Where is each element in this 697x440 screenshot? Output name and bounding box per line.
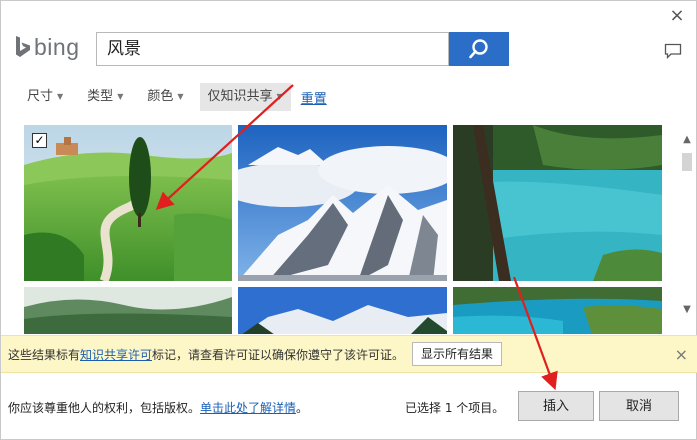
filter-label: 仅知识共享: [207, 89, 273, 104]
feedback-icon[interactable]: [664, 43, 682, 59]
filter-label: 类型: [87, 89, 114, 104]
chevron-down-icon: ▼: [177, 92, 184, 101]
insert-online-pictures-dialog: × bing 风景 尺寸 ▼ 类型 ▼ 颜色 ▼ 仅知识共享 ▼ 重置 ✓ ▲ …: [0, 0, 697, 440]
chevron-down-icon: ▼: [276, 92, 283, 101]
creative-commons-link[interactable]: 知识共享许可: [80, 346, 152, 363]
selected-checkbox[interactable]: ✓: [32, 133, 47, 148]
filter-type[interactable]: 类型 ▼: [79, 83, 131, 111]
image-result-alpine-peaks[interactable]: [238, 287, 447, 334]
reset-link[interactable]: 重置: [301, 88, 327, 107]
logo-text: bing: [34, 33, 80, 60]
filter-label: 颜色: [147, 89, 174, 104]
image-result-blue-pond[interactable]: [453, 287, 662, 334]
learn-more-link[interactable]: 单击此处了解详情: [200, 401, 296, 415]
search-input[interactable]: 风景: [96, 32, 449, 66]
landscape-image: [238, 125, 447, 281]
scroll-down-arrow-icon[interactable]: ▼: [679, 303, 695, 317]
notice-text-suffix: 标记，请查看许可证以确保你遵守了该许可证。: [152, 347, 405, 362]
results-scrollbar[interactable]: ▲ ▼: [679, 131, 695, 321]
scroll-thumb[interactable]: [682, 153, 692, 171]
search-icon: [469, 39, 488, 59]
image-result-snowy-mountains[interactable]: [238, 125, 447, 281]
landscape-image: [238, 287, 447, 334]
image-result-turquoise-lake[interactable]: [453, 125, 662, 281]
scroll-up-arrow-icon[interactable]: ▲: [679, 133, 695, 147]
image-result-green-hills[interactable]: ✓: [24, 125, 232, 281]
filter-bar: 尺寸 ▼ 类型 ▼ 颜色 ▼ 仅知识共享 ▼ 重置: [19, 83, 327, 111]
bing-logo: bing: [15, 33, 79, 61]
close-icon[interactable]: ×: [666, 5, 688, 27]
bing-b-icon: [16, 36, 30, 57]
image-results-grid: ✓: [19, 119, 675, 334]
landscape-image: [24, 125, 232, 281]
filter-creative-commons[interactable]: 仅知识共享 ▼: [199, 83, 291, 111]
chevron-down-icon: ▼: [117, 92, 124, 101]
rights-text: 你应该尊重他人的权利，包括版权。: [8, 401, 201, 415]
filter-color[interactable]: 颜色 ▼: [139, 83, 191, 111]
landscape-image: [453, 125, 662, 281]
notice-text-prefix: 这些结果标有: [8, 347, 81, 362]
license-notice-bar: 这些结果标有 知识共享许可 标记，请查看许可证以确保你遵守了该许可证。 显示所有结果…: [1, 335, 697, 373]
chevron-down-icon: ▼: [57, 92, 64, 101]
search-button[interactable]: [449, 32, 509, 66]
selection-count: 已选择 1 个项目。: [405, 401, 505, 415]
close-icon[interactable]: ×: [675, 345, 688, 364]
rights-suffix: 。: [296, 401, 309, 415]
filter-label: 尺寸: [27, 89, 54, 104]
filter-size[interactable]: 尺寸 ▼: [19, 83, 71, 111]
image-result-misty-forest[interactable]: [24, 287, 232, 334]
landscape-image: [24, 287, 232, 334]
show-all-results-button[interactable]: 显示所有结果: [412, 342, 503, 366]
insert-button[interactable]: 插入: [518, 391, 594, 421]
cancel-button[interactable]: 取消: [599, 391, 679, 421]
rights-statement: 你应该尊重他人的权利，包括版权。单击此处了解详情。: [8, 399, 308, 416]
landscape-image: [453, 287, 662, 334]
